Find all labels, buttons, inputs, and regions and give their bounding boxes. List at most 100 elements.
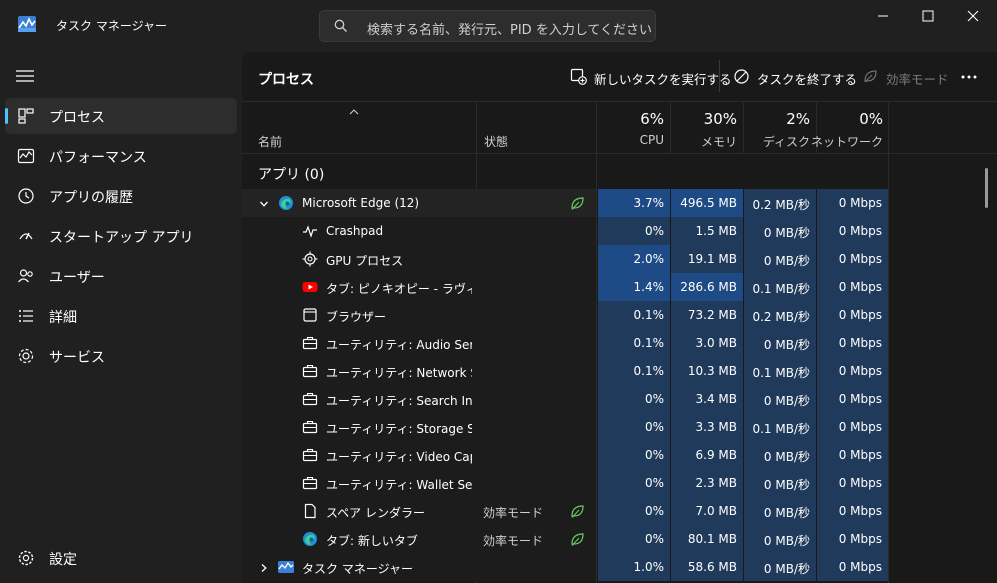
vertical-scrollbar[interactable]: [985, 168, 988, 208]
memory-cell: 19.1 MB: [670, 245, 743, 273]
sidebar-item-label: パフォーマンス: [49, 150, 147, 166]
search-box[interactable]: 検索する名前、発行元、PID を入力してください: [319, 10, 656, 42]
maximize-icon[interactable]: [918, 6, 938, 26]
sidebar-item-label: 詳細: [49, 310, 77, 326]
sidebar-item-services[interactable]: サービス: [5, 338, 237, 374]
cpu-cell-value: 1.0%: [633, 560, 665, 574]
sidebar-item-label: アプリの履歴: [49, 190, 133, 206]
process-row[interactable]: GPU プロセス 2.0% 19.1 MB 0 MB/秒 0 Mbps: [242, 245, 997, 273]
details-icon: [19, 310, 33, 322]
memory-cell-value: 73.2 MB: [687, 308, 737, 322]
network-cell-value: 0 Mbps: [838, 252, 882, 266]
memory-cell-value: 80.1 MB: [687, 532, 737, 546]
process-name: ユーティリティ: Storage Service: [326, 422, 472, 436]
minimize-icon[interactable]: [873, 6, 893, 26]
memory-label: メモリ: [700, 135, 737, 149]
process-row[interactable]: スペア レンダラー 効率モード 0% 7.0 MB 0 MB/秒 0 Mbps: [242, 497, 997, 525]
cpu-cell: 3.7%: [597, 189, 670, 217]
window-title: タスク マネージャー: [56, 19, 167, 33]
memory-cell-value: 19.1 MB: [687, 252, 737, 266]
disk-cell: 0 MB/秒: [743, 245, 816, 273]
chevron-right-icon[interactable]: [259, 562, 269, 572]
more-options-icon[interactable]: [960, 70, 978, 84]
process-row[interactable]: ユーティリティ: Network Ser... 0.1% 10.3 MB 0.1 MB…: [242, 357, 997, 385]
disk-label: ディスク: [762, 135, 810, 149]
sidebar-item-settings[interactable]: 設定: [5, 540, 237, 576]
memory-cell: 7.0 MB: [670, 497, 743, 525]
efficiency-leaf-icon: [569, 195, 586, 212]
memory-cell-value: 10.3 MB: [687, 364, 737, 378]
process-row[interactable]: タブ: 新しいタブ 効率モード 0% 80.1 MB 0 MB/秒 0 Mbps: [242, 525, 997, 553]
sidebar-item-users[interactable]: ユーザー: [5, 258, 237, 294]
network-cell: 0 Mbps: [816, 469, 888, 497]
disk-cell: 0 MB/秒: [743, 469, 816, 497]
cpu-cell-value: 1.4%: [633, 280, 665, 294]
cpu-cell: 0%: [597, 525, 670, 553]
cpu-cell-value: 0%: [644, 532, 664, 546]
process-row[interactable]: Microsoft Edge (12) 3.7% 496.5 MB 0.2 MB/秒 0…: [242, 189, 997, 217]
process-name: ユーティリティ: Search Index...: [326, 394, 472, 408]
column-status-header[interactable]: 状態: [484, 133, 508, 150]
memory-cell: 3.0 MB: [670, 329, 743, 357]
column-network-header[interactable]: 0% ネットワーク: [811, 102, 889, 154]
column-cpu-header[interactable]: 6% CPU: [596, 102, 670, 154]
efficiency-mode-label: 効率モード: [886, 72, 949, 87]
memory-cell-value: 3.0 MB: [695, 336, 737, 350]
cpu-cell-value: 0%: [644, 224, 664, 238]
briefcase-icon: [302, 447, 318, 463]
sidebar-item-startup-apps[interactable]: スタートアップ アプリ: [5, 218, 237, 254]
disk-cell-value: 0.1 MB/秒: [752, 282, 810, 296]
hamburger-menu-icon[interactable]: [16, 69, 34, 83]
process-name: ブラウザー: [326, 310, 387, 324]
column-header: 名前 状態 6% CPU 30% メモリ 2% ディスク 0% ネットワーク: [242, 102, 997, 154]
memory-cell-value: 58.6 MB: [687, 560, 737, 574]
taskmgr-icon: [278, 559, 294, 575]
chevron-down-icon[interactable]: [259, 198, 269, 208]
new-task-icon: [570, 68, 587, 85]
disk-cell-value: 0 MB/秒: [763, 506, 810, 520]
cpu-cell-value: 0.1%: [633, 308, 665, 322]
disk-cell-value: 0.2 MB/秒: [752, 310, 810, 324]
process-row[interactable]: Crashpad 0% 1.5 MB 0 MB/秒 0 Mbps: [242, 217, 997, 245]
process-row[interactable]: ユーティリティ: Search Index... 0% 3.4 MB 0 MB/秒 0 …: [242, 385, 997, 413]
process-row[interactable]: ユーティリティ: Storage Service 0% 3.3 MB 0.1 MB/秒…: [242, 413, 997, 441]
cpu-cell: 0%: [597, 217, 670, 245]
process-name: タブ: 新しいタブ: [326, 534, 418, 548]
process-row[interactable]: タスク マネージャー 1.0% 58.6 MB 0 MB/秒 0 Mbps: [242, 553, 997, 581]
column-memory-header[interactable]: 30% メモリ: [670, 102, 743, 154]
process-row[interactable]: ブラウザー 0.1% 73.2 MB 0.2 MB/秒 0 Mbps: [242, 301, 997, 329]
cpu-cell-value: 0%: [644, 448, 664, 462]
column-name-header[interactable]: 名前: [258, 133, 282, 150]
process-row[interactable]: タブ: ピノキオピー - ラヴィット ... 1.4% 286.6 MB 0.1 MB…: [242, 273, 997, 301]
end-task-icon: [734, 69, 749, 84]
sidebar-item-label: ユーザー: [49, 270, 105, 286]
process-row[interactable]: ユーティリティ: Video Capture 0% 6.9 MB 0 MB/秒 0 Mb…: [242, 441, 997, 469]
command-bar: プロセス 新しいタスクを実行する タスクを終了する 効率モード: [242, 52, 997, 102]
pulse-icon: [302, 223, 318, 239]
network-cell: 0 Mbps: [816, 497, 888, 525]
process-row[interactable]: ユーティリティ: Wallet Service 0% 2.3 MB 0 MB/秒 0 M…: [242, 469, 997, 497]
sidebar-item-details[interactable]: 詳細: [5, 298, 237, 334]
disk-cell-value: 0 MB/秒: [763, 478, 810, 492]
sidebar-item-performance[interactable]: パフォーマンス: [5, 138, 237, 174]
process-name: Microsoft Edge (12): [302, 196, 420, 210]
disk-cell-value: 0 MB/秒: [763, 338, 810, 352]
efficiency-mode-button[interactable]: 効率モード: [862, 64, 949, 90]
close-icon[interactable]: [963, 6, 983, 26]
end-task-button[interactable]: タスクを終了する: [733, 64, 857, 90]
sidebar-item-processes[interactable]: プロセス: [5, 98, 237, 134]
column-disk-header[interactable]: 2% ディスク: [743, 102, 816, 154]
disk-cell: 0.2 MB/秒: [743, 189, 816, 217]
sidebar-item-app-history[interactable]: アプリの履歴: [5, 178, 237, 214]
disk-cell: 0 MB/秒: [743, 553, 816, 581]
cpu-cell-value: 0.1%: [633, 336, 665, 350]
row-background: [242, 245, 596, 273]
search-icon: [334, 19, 347, 32]
memory-cell: 286.6 MB: [670, 273, 743, 301]
process-row[interactable]: ユーティリティ: Audio Service 0.1% 3.0 MB 0 MB/秒 0 …: [242, 329, 997, 357]
disk-cell: 0 MB/秒: [743, 217, 816, 245]
process-name: Crashpad: [326, 224, 384, 238]
sort-ascending-icon: [349, 109, 359, 115]
search-input[interactable]: 検索する名前、発行元、PID を入力してください: [367, 19, 652, 38]
run-new-task-button[interactable]: 新しいタスクを実行する: [570, 64, 732, 90]
